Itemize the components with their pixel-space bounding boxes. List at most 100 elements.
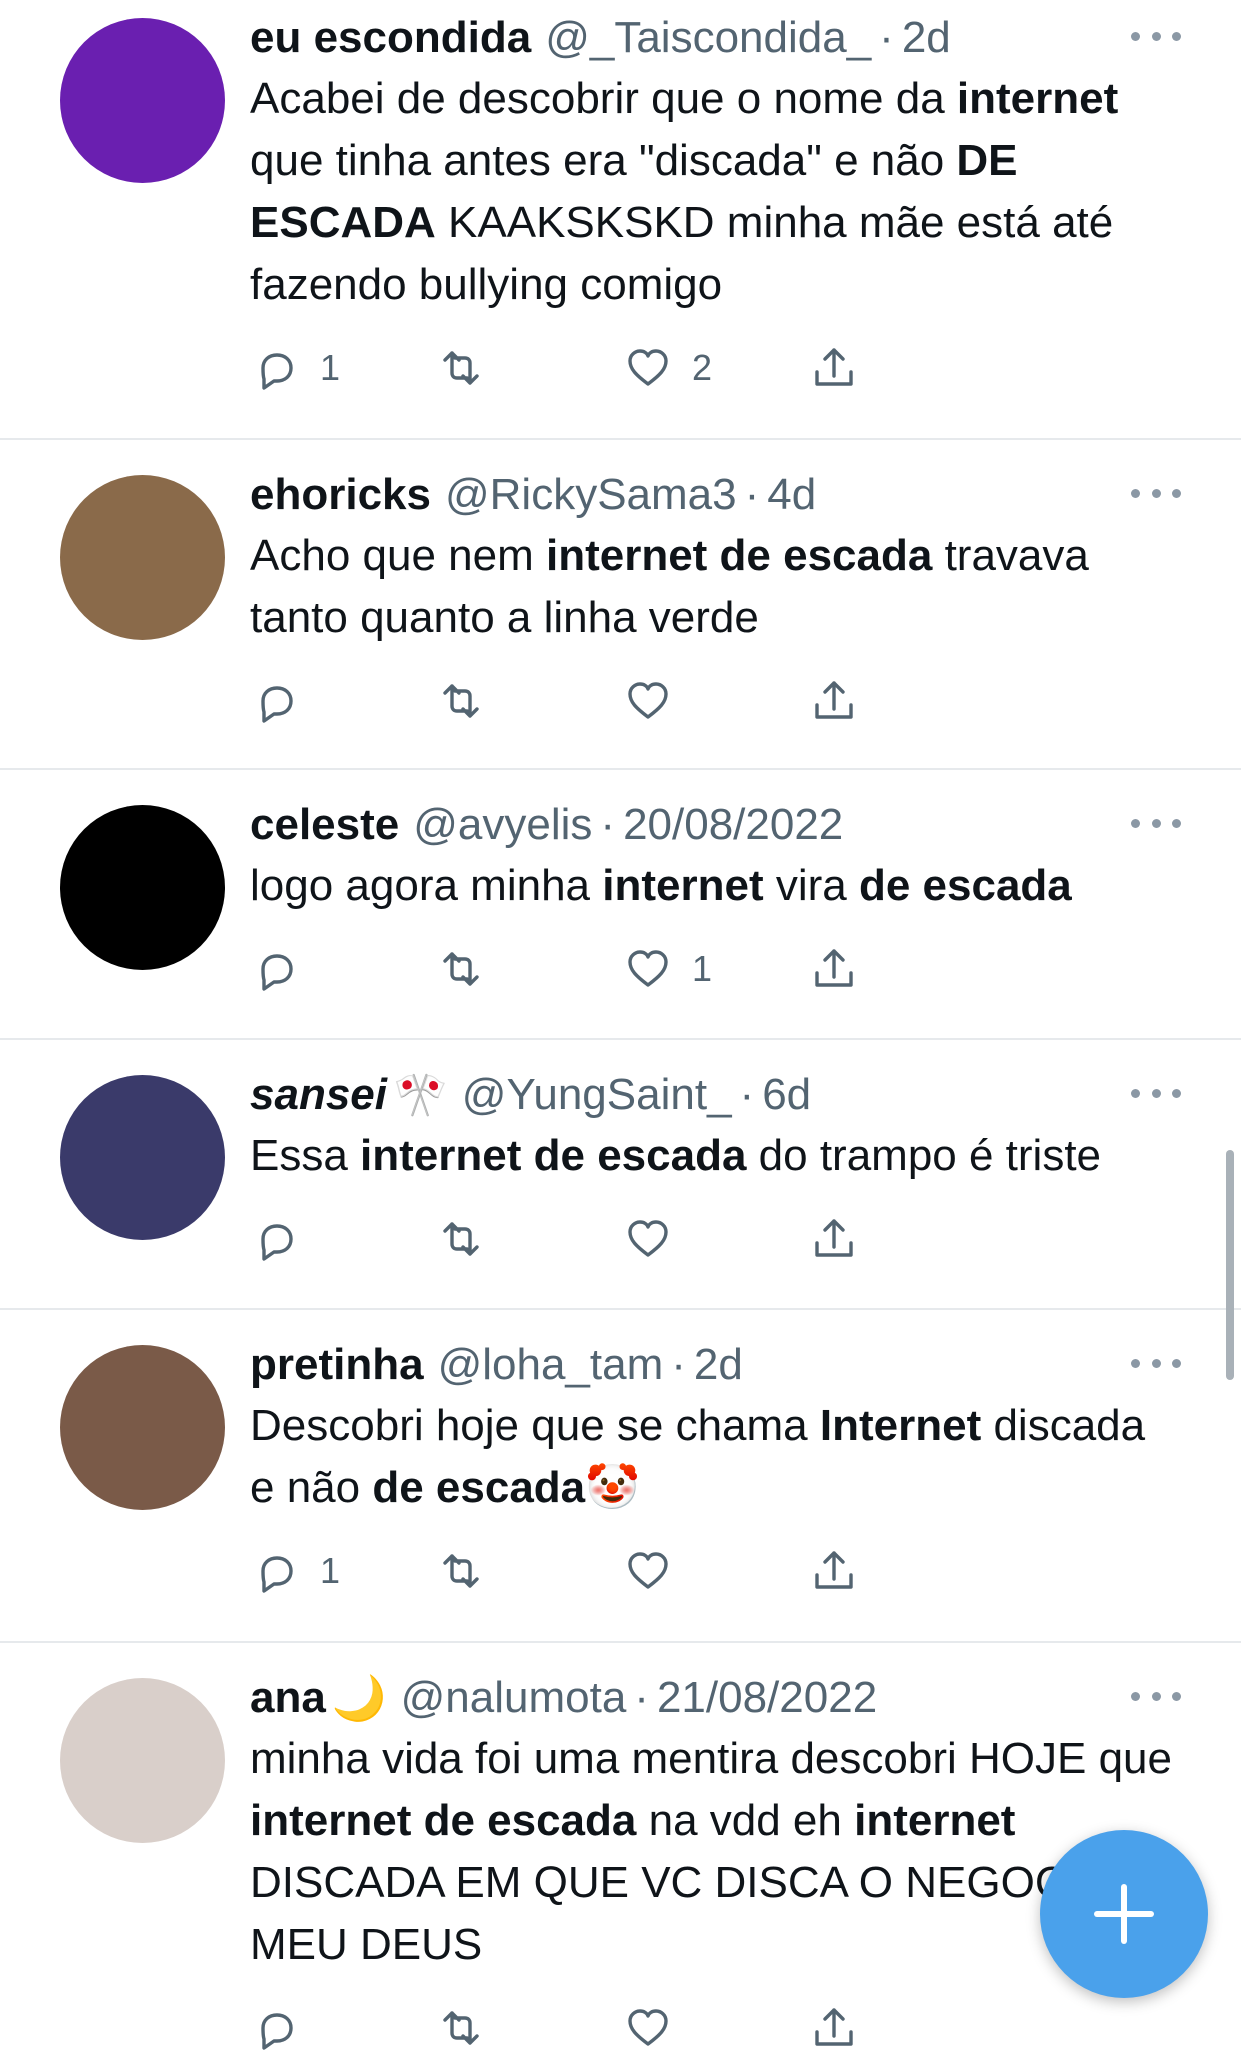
retweet-button[interactable]	[435, 1998, 487, 2058]
avatar[interactable]	[60, 1678, 225, 1843]
user-handle[interactable]: @_Taiscondida_	[545, 13, 871, 63]
like-button[interactable]	[622, 1998, 674, 2058]
text-fragment: que tinha antes era "discada" e não	[250, 136, 957, 185]
avatar[interactable]	[60, 1345, 225, 1510]
text-fragment: DISCADA EM QUE VC DISCA O NEGOCINHO MEU …	[250, 1858, 1177, 1969]
retweet-icon	[443, 952, 479, 986]
highlighted-term: de escada	[372, 1463, 586, 1512]
separator-dot: ·	[634, 1673, 649, 1722]
retweet-button[interactable]	[435, 1541, 487, 1601]
share-icon	[815, 1219, 853, 1257]
share-button[interactable]	[808, 338, 860, 398]
tweet[interactable]: ehoricks @RickySama3 · 4d Acho que nem inter…	[0, 440, 1241, 770]
reply-button[interactable]: 1	[250, 338, 340, 398]
tweet[interactable]: ana 🌙 @nalumota · 21/08/2022 minha vida foi u…	[0, 1643, 1241, 2050]
tweet[interactable]: pretinha @loha_tam · 2d Descobri hoje que se…	[0, 1310, 1241, 1643]
reply-icon	[261, 686, 293, 723]
more-icon[interactable]	[1131, 1343, 1181, 1383]
tweet-timestamp[interactable]: 21/08/2022	[657, 1673, 877, 1723]
tweet-text: Acabei de descobrir que o nome da intern…	[250, 68, 1181, 316]
share-button[interactable]	[808, 1541, 860, 1601]
share-button[interactable]	[808, 671, 860, 731]
tweet[interactable]: eu escondida @_Taiscondida_ · 2d Acabei de d…	[0, 0, 1241, 440]
reply-button[interactable]	[250, 671, 302, 731]
avatar[interactable]	[60, 805, 225, 970]
share-button[interactable]	[808, 939, 860, 999]
like-button[interactable]	[622, 1209, 674, 1269]
tweet-text: Acho que nem internet de escada travava …	[250, 525, 1181, 649]
like-button[interactable]	[622, 671, 674, 731]
compose-plus-icon	[1094, 1884, 1154, 1944]
tweet-actions: 12	[250, 338, 1050, 398]
tweet-timestamp[interactable]: 4d	[767, 470, 816, 520]
highlighted-term: de escada	[858, 861, 1072, 910]
tweet-actions	[250, 1209, 1050, 1269]
tweet-timestamp[interactable]: 2d	[902, 13, 951, 63]
display-name[interactable]: sansei	[250, 1070, 387, 1120]
separator-dot: ·	[739, 1070, 755, 1119]
user-handle[interactable]: @loha_tam	[438, 1340, 664, 1390]
like-button[interactable]: 1	[622, 939, 712, 999]
highlighted-term: internet	[602, 861, 764, 910]
tweet[interactable]: celeste @avyelis · 20/08/2022 logo agora min…	[0, 770, 1241, 1040]
display-name[interactable]: ehoricks	[250, 470, 431, 520]
share-icon	[815, 949, 853, 987]
more-icon[interactable]	[1131, 1073, 1181, 1113]
retweet-button[interactable]	[435, 1209, 487, 1269]
reply-icon	[261, 353, 293, 390]
highlighted-term: internet de escada	[545, 531, 933, 580]
user-handle[interactable]: @avyelis	[413, 800, 592, 850]
avatar[interactable]	[60, 1075, 225, 1240]
tweet-header: pretinha @loha_tam · 2d	[250, 1335, 1181, 1395]
more-icon[interactable]	[1131, 803, 1181, 843]
highlighted-term: internet	[854, 1796, 1016, 1845]
retweet-button[interactable]	[435, 939, 487, 999]
retweet-icon	[443, 1554, 479, 1588]
avatar[interactable]	[60, 475, 225, 640]
user-handle[interactable]: @RickySama3	[445, 470, 737, 520]
retweet-icon	[443, 2011, 479, 2045]
display-name[interactable]: eu escondida	[250, 13, 531, 63]
text-fragment: 🤡	[585, 1463, 640, 1512]
like-count: 2	[692, 347, 713, 388]
tweet-actions	[250, 671, 1050, 731]
display-name[interactable]: celeste	[250, 800, 399, 850]
like-icon	[628, 1552, 668, 1589]
share-icon	[815, 681, 853, 719]
name-emoji: 🎌	[392, 1071, 448, 1120]
more-icon[interactable]	[1131, 473, 1181, 513]
reply-button[interactable]	[250, 1209, 302, 1269]
retweet-button[interactable]	[435, 671, 487, 731]
like-button[interactable]	[622, 1541, 674, 1601]
tweet-timestamp[interactable]: 2d	[694, 1340, 743, 1390]
tweet-text: logo agora minha internet vira de escada	[250, 855, 1181, 917]
like-button[interactable]: 2	[622, 338, 712, 398]
like-icon	[628, 950, 668, 987]
tweet-header: eu escondida @_Taiscondida_ · 2d	[250, 8, 1181, 68]
more-icon[interactable]	[1131, 16, 1181, 56]
reply-button[interactable]	[250, 939, 302, 999]
avatar[interactable]	[60, 18, 225, 183]
display-name[interactable]: ana	[250, 1673, 326, 1723]
retweet-button[interactable]	[435, 338, 487, 398]
scrollbar[interactable]	[1226, 1150, 1234, 1380]
user-handle[interactable]: @YungSaint_	[462, 1070, 732, 1120]
highlighted-term: Internet	[819, 1401, 982, 1450]
tweet-header: celeste @avyelis · 20/08/2022	[250, 795, 1181, 855]
tweet-timestamp[interactable]: 6d	[762, 1070, 811, 1120]
reply-button[interactable]	[250, 1998, 302, 2058]
user-handle[interactable]: @nalumota	[401, 1673, 627, 1723]
tweet-text: Essa internet de escada do trampo é tris…	[250, 1125, 1181, 1187]
reply-icon	[261, 954, 293, 991]
text-fragment: vira	[763, 861, 859, 910]
tweet-timestamp[interactable]: 20/08/2022	[623, 800, 843, 850]
tweet[interactable]: sansei 🎌 @YungSaint_ · 6d Essa internet de es…	[0, 1040, 1241, 1310]
retweet-icon	[443, 351, 479, 385]
more-icon[interactable]	[1131, 1676, 1181, 1716]
share-button[interactable]	[808, 1209, 860, 1269]
like-icon	[628, 1220, 668, 1257]
reply-button[interactable]: 1	[250, 1541, 340, 1601]
compose-tweet-button[interactable]	[1040, 1830, 1208, 1998]
display-name[interactable]: pretinha	[250, 1340, 424, 1390]
share-button[interactable]	[808, 1998, 860, 2058]
